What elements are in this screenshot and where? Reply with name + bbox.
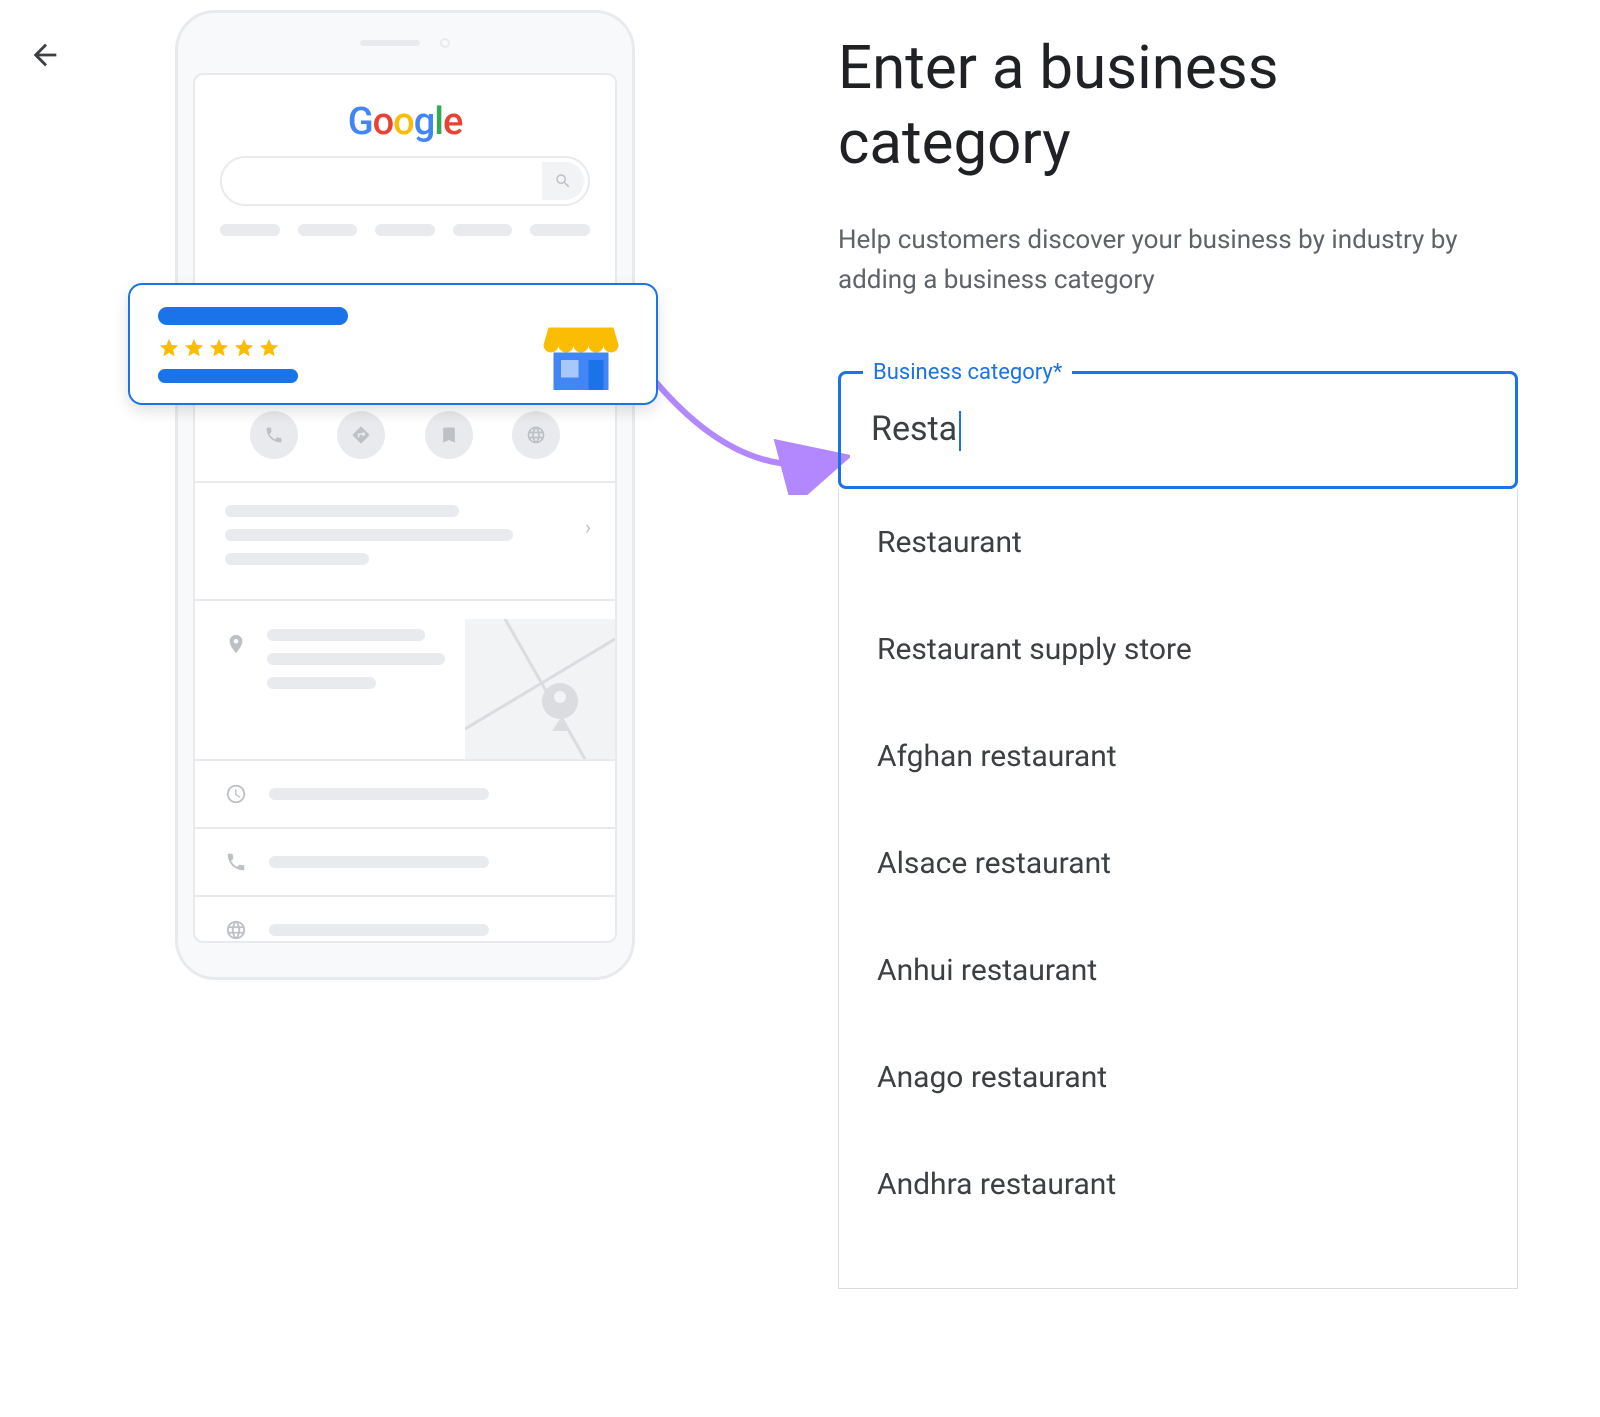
input-label: Business category*	[863, 360, 1072, 385]
logo-letter: l	[434, 100, 443, 144]
star-icon	[158, 337, 180, 359]
phone-row-website	[195, 897, 615, 943]
dropdown-option[interactable]: Anago restaurant	[839, 1024, 1517, 1131]
phone-row-hours	[195, 761, 615, 827]
phone-row-phone	[195, 829, 615, 895]
logo-letter: o	[393, 100, 414, 144]
phone-map-item	[195, 601, 615, 759]
star-icon	[183, 337, 205, 359]
star-icon	[258, 337, 280, 359]
business-category-input[interactable]: Resta	[871, 409, 1485, 451]
dropdown-option[interactable]: Andhra restaurant	[839, 1131, 1517, 1238]
dropdown-option[interactable]: Alsace restaurant	[839, 810, 1517, 917]
pin-icon	[225, 633, 247, 655]
storefront-icon	[541, 315, 621, 399]
phone-circle-icon	[250, 411, 298, 459]
dropdown-option[interactable]: Afghan restaurant	[839, 703, 1517, 810]
logo-letter: o	[373, 100, 394, 144]
globe-icon	[225, 919, 247, 941]
business-category-field[interactable]: Business category* Resta	[838, 371, 1518, 489]
input-value-text: Resta	[871, 409, 957, 449]
dropdown-option[interactable]: Restaurant	[839, 489, 1517, 596]
google-logo: Google	[195, 75, 615, 156]
page-subtitle: Help customers discover your business by…	[838, 220, 1518, 301]
search-icon	[542, 162, 584, 200]
search-chips	[195, 206, 615, 236]
text-cursor	[959, 411, 961, 451]
star-icon	[233, 337, 255, 359]
clock-icon	[225, 783, 247, 805]
dropdown-option[interactable]: Restaurant supply store	[839, 596, 1517, 703]
phone-speaker	[360, 40, 420, 46]
phone-camera	[440, 38, 450, 48]
star-icon	[208, 337, 230, 359]
arrow-left-icon	[28, 38, 62, 72]
logo-letter: g	[414, 100, 435, 144]
dropdown-option[interactable]: Anhui restaurant	[839, 917, 1517, 1024]
form-panel: Enter a business category Help customers…	[838, 30, 1518, 1289]
page-title: Enter a business category	[838, 30, 1518, 180]
phone-icon	[225, 851, 247, 873]
map-thumbnail	[465, 619, 615, 759]
directions-circle-icon	[337, 411, 385, 459]
phone-list-item: ›	[195, 483, 615, 599]
business-card-popout	[128, 283, 658, 405]
chevron-right-icon: ›	[585, 515, 591, 539]
logo-letter: e	[443, 100, 462, 144]
bookmark-circle-icon	[425, 411, 473, 459]
category-dropdown[interactable]: Restaurant Restaurant supply store Afgha…	[838, 489, 1518, 1289]
globe-circle-icon	[512, 411, 560, 459]
phone-searchbar	[220, 156, 590, 206]
back-button[interactable]	[20, 30, 70, 84]
logo-letter: G	[348, 100, 373, 144]
phone-illustration: Google ›	[175, 10, 635, 980]
annotation-arrow	[640, 365, 850, 495]
